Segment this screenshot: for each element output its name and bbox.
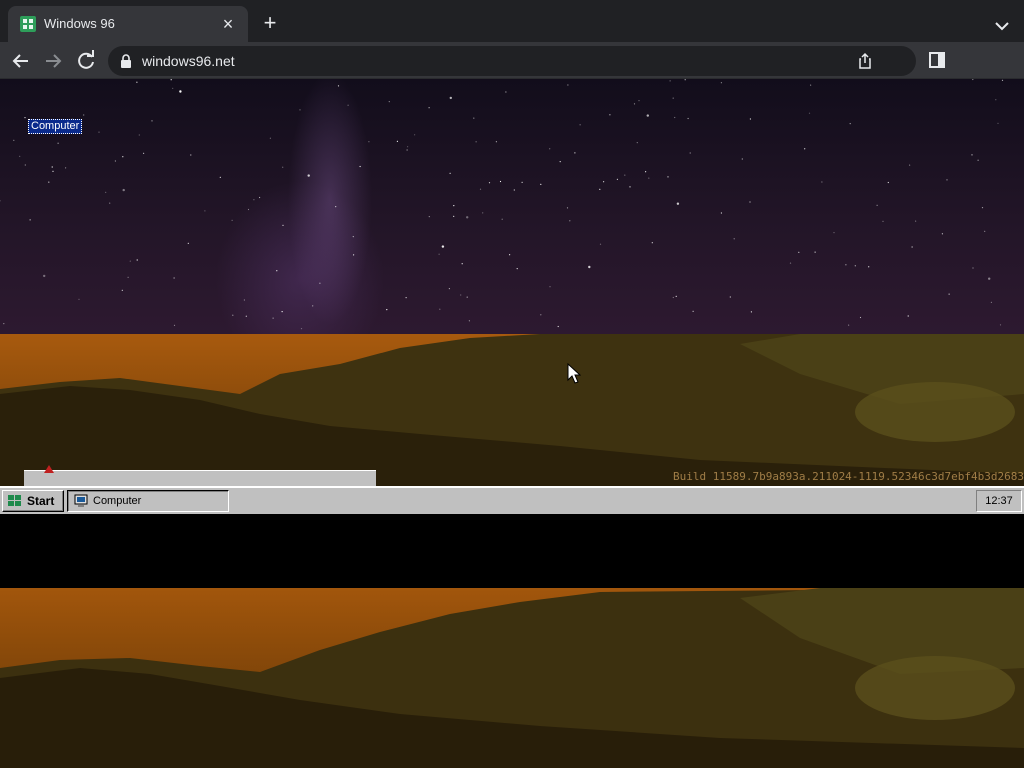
taskbar: Start Computer 12:37 [0, 486, 1024, 514]
page-viewport: Computer Build 11589.7b9a893a.211024-111… [0, 79, 1024, 768]
build-string: Build 11589.7b9a893a.211024-1119.52346c3… [673, 470, 1024, 483]
url-text: windows96.net [142, 53, 235, 69]
address-bar[interactable]: windows96.net [108, 46, 916, 76]
desktop-icon-label: Computer [28, 119, 83, 134]
computer-icon [74, 494, 88, 507]
start-button[interactable]: Start [2, 490, 64, 512]
chevron-down-icon[interactable] [990, 14, 1014, 38]
win96-desktop[interactable]: Computer Build 11589.7b9a893a.211024-111… [0, 79, 1024, 486]
mouse-cursor-icon [567, 363, 581, 384]
arrow-left-icon[interactable] [8, 48, 34, 74]
share-icon[interactable] [856, 52, 874, 70]
close-icon[interactable]: × [218, 14, 238, 34]
tab-title: Windows 96 [44, 16, 115, 31]
taskbar-button-computer[interactable]: Computer [67, 490, 229, 512]
wallpaper-landscape-lower [0, 588, 1024, 768]
windows96-favicon-icon [20, 16, 36, 32]
stars-layer [0, 79, 1004, 330]
system-tray: 12:37 [976, 490, 1022, 512]
clock[interactable]: 12:37 [977, 495, 1021, 507]
window-stub[interactable] [24, 465, 376, 486]
taskbar-button-label: Computer [93, 495, 142, 507]
arrow-right-icon[interactable] [40, 48, 66, 74]
lock-icon [121, 54, 131, 68]
reload-icon[interactable] [73, 48, 99, 74]
new-tab-plus-icon[interactable]: + [258, 12, 282, 36]
start-label: Start [27, 494, 55, 508]
wallpaper-landscape [0, 334, 1024, 486]
tab-strip: Windows 96 × + [0, 0, 1024, 42]
windows-logo-icon [8, 495, 21, 506]
side-panel-icon[interactable] [928, 51, 946, 69]
tab-windows96[interactable]: Windows 96 × [8, 6, 248, 42]
browser-toolbar: windows96.net [0, 42, 1024, 79]
desktop-icon-computer[interactable]: Computer [28, 116, 83, 134]
wallpaper-sky [0, 79, 1024, 334]
warning-icon [44, 465, 54, 473]
